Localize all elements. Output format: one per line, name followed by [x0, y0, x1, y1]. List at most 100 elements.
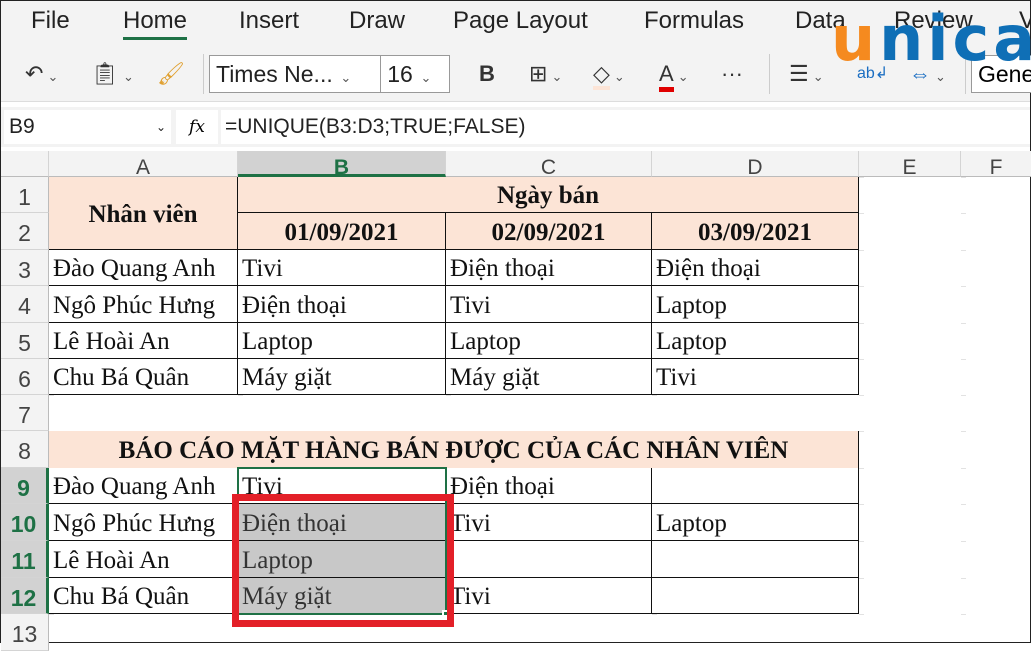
font-color-button[interactable]: A ⌄: [659, 56, 689, 92]
row-header-2[interactable]: 2: [1, 213, 49, 250]
cell-e10[interactable]: [859, 504, 864, 505]
cell-e3[interactable]: [859, 250, 864, 251]
cell-e7[interactable]: [859, 395, 864, 396]
cell-d11[interactable]: [652, 541, 859, 578]
cell-f12[interactable]: [961, 578, 966, 579]
bold-button[interactable]: B: [479, 56, 495, 92]
cell-c12[interactable]: Tivi: [446, 578, 652, 614]
cell-f5[interactable]: [961, 323, 966, 324]
cell-c10[interactable]: Tivi: [446, 504, 652, 541]
cell-f10[interactable]: [961, 504, 966, 505]
cell-a5[interactable]: Lê Hoài An: [49, 323, 238, 359]
cell-b5[interactable]: Laptop: [238, 323, 446, 359]
row-header-8[interactable]: 8: [1, 431, 49, 468]
cell-d13[interactable]: [652, 614, 657, 615]
cell-a8[interactable]: BÁO CÁO MẶT HÀNG BÁN ĐƯỢC CỦA CÁC NHÂN V…: [49, 431, 859, 468]
row-header-5[interactable]: 5: [1, 323, 49, 359]
cell-a4[interactable]: Ngô Phúc Hưng: [49, 286, 238, 323]
cell-e6[interactable]: [859, 359, 864, 360]
cell-f7[interactable]: [961, 395, 966, 396]
cell-a6[interactable]: Chu Bá Quân: [49, 359, 238, 395]
cell-a11[interactable]: Lê Hoài An: [49, 541, 238, 578]
cell-e9[interactable]: [859, 468, 864, 469]
cell-f13[interactable]: [961, 614, 966, 615]
cell-b12[interactable]: Máy giặt: [238, 578, 446, 614]
cell-a3[interactable]: Đào Quang Anh: [49, 250, 238, 286]
cell-b3[interactable]: Tivi: [238, 250, 446, 286]
row-header-13[interactable]: 13: [1, 614, 49, 651]
cell-c5[interactable]: Laptop: [446, 323, 652, 359]
cell-e13[interactable]: [859, 614, 864, 615]
more-options-button[interactable]: ···: [721, 56, 743, 92]
font-size-select[interactable]: 16 ⌄: [381, 56, 449, 92]
cell-e12[interactable]: [859, 578, 864, 579]
tab-file[interactable]: File: [31, 7, 70, 35]
cell-c4[interactable]: Tivi: [446, 286, 652, 323]
cell-f3[interactable]: [961, 250, 966, 251]
cell-a7[interactable]: [49, 395, 54, 396]
cell-d2[interactable]: 03/09/2021: [652, 213, 859, 250]
cell-f8[interactable]: [961, 431, 966, 432]
align-button[interactable]: ☰ ⌄: [789, 56, 824, 92]
tab-draw[interactable]: Draw: [349, 7, 405, 35]
cell-d4[interactable]: Laptop: [652, 286, 859, 323]
row-header-3[interactable]: 3: [1, 250, 49, 286]
formula-input[interactable]: =UNIQUE(B3:D3;TRUE;FALSE): [221, 110, 1030, 144]
row-header-10[interactable]: 10: [1, 504, 49, 541]
fill-color-button[interactable]: ◇ ⌄: [593, 56, 625, 92]
paste-button[interactable]: 📋︎ ⌄: [91, 56, 134, 92]
name-box[interactable]: B9 ⌄: [4, 110, 171, 144]
borders-button[interactable]: ⊞ ⌄: [529, 56, 562, 92]
cell-e11[interactable]: [859, 541, 864, 542]
tab-page-layout[interactable]: Page Layout: [453, 7, 588, 35]
cell-d3[interactable]: Điện thoại: [652, 250, 859, 286]
cell-f1[interactable]: [961, 177, 966, 178]
cell-c13[interactable]: [446, 614, 451, 615]
cell-c9[interactable]: Điện thoại: [446, 468, 652, 504]
cell-e8[interactable]: [859, 431, 864, 432]
cell-d6[interactable]: Tivi: [652, 359, 859, 395]
undo-button[interactable]: ↶ ⌄: [25, 56, 58, 92]
cell-f11[interactable]: [961, 541, 966, 542]
cell-c6[interactable]: Máy giặt: [446, 359, 652, 395]
cell-b1[interactable]: Ngày bán: [238, 177, 859, 213]
cell-a13[interactable]: [49, 614, 54, 615]
row-header-7[interactable]: 7: [1, 395, 49, 431]
cell-c7[interactable]: [446, 395, 451, 396]
cell-f2[interactable]: [961, 213, 966, 214]
cell-d12[interactable]: [652, 578, 859, 614]
column-header-d[interactable]: D: [652, 151, 859, 177]
cell-b10[interactable]: Điện thoại: [238, 504, 446, 541]
cell-c11[interactable]: [446, 541, 652, 578]
cell-a1[interactable]: Nhân viên: [49, 177, 238, 250]
row-header-11[interactable]: 11: [1, 541, 49, 578]
row-header-9[interactable]: 9: [1, 468, 49, 504]
column-header-c[interactable]: C: [446, 151, 652, 177]
cell-e5[interactable]: [859, 323, 864, 324]
cell-c2[interactable]: 02/09/2021: [446, 213, 652, 250]
cell-b9[interactable]: Tivi: [238, 468, 446, 504]
row-header-12[interactable]: 12: [1, 578, 49, 614]
cell-d10[interactable]: Laptop: [652, 504, 859, 541]
cell-b13[interactable]: [238, 614, 243, 615]
tab-formulas[interactable]: Formulas: [644, 7, 744, 35]
select-all-corner[interactable]: [1, 151, 49, 177]
cell-e2[interactable]: [859, 213, 864, 214]
cell-b7[interactable]: [238, 395, 243, 396]
cell-a10[interactable]: Ngô Phúc Hưng: [49, 504, 238, 541]
cell-a12[interactable]: Chu Bá Quân: [49, 578, 238, 614]
cell-f6[interactable]: [961, 359, 966, 360]
tab-home[interactable]: Home: [123, 7, 188, 40]
row-header-4[interactable]: 4: [1, 286, 49, 323]
insert-function-button[interactable]: fx: [176, 110, 218, 144]
font-name-select[interactable]: Times Ne... ⌄: [210, 56, 382, 92]
row-header-1[interactable]: 1: [1, 177, 49, 213]
cell-a9[interactable]: Đào Quang Anh: [49, 468, 238, 504]
cell-b6[interactable]: Máy giặt: [238, 359, 446, 395]
row-header-6[interactable]: 6: [1, 359, 49, 395]
cell-d9[interactable]: [652, 468, 859, 504]
cell-f9[interactable]: [961, 468, 966, 469]
column-header-b[interactable]: B: [238, 151, 446, 177]
tab-insert[interactable]: Insert: [239, 7, 299, 35]
column-header-f[interactable]: F: [961, 151, 1031, 177]
